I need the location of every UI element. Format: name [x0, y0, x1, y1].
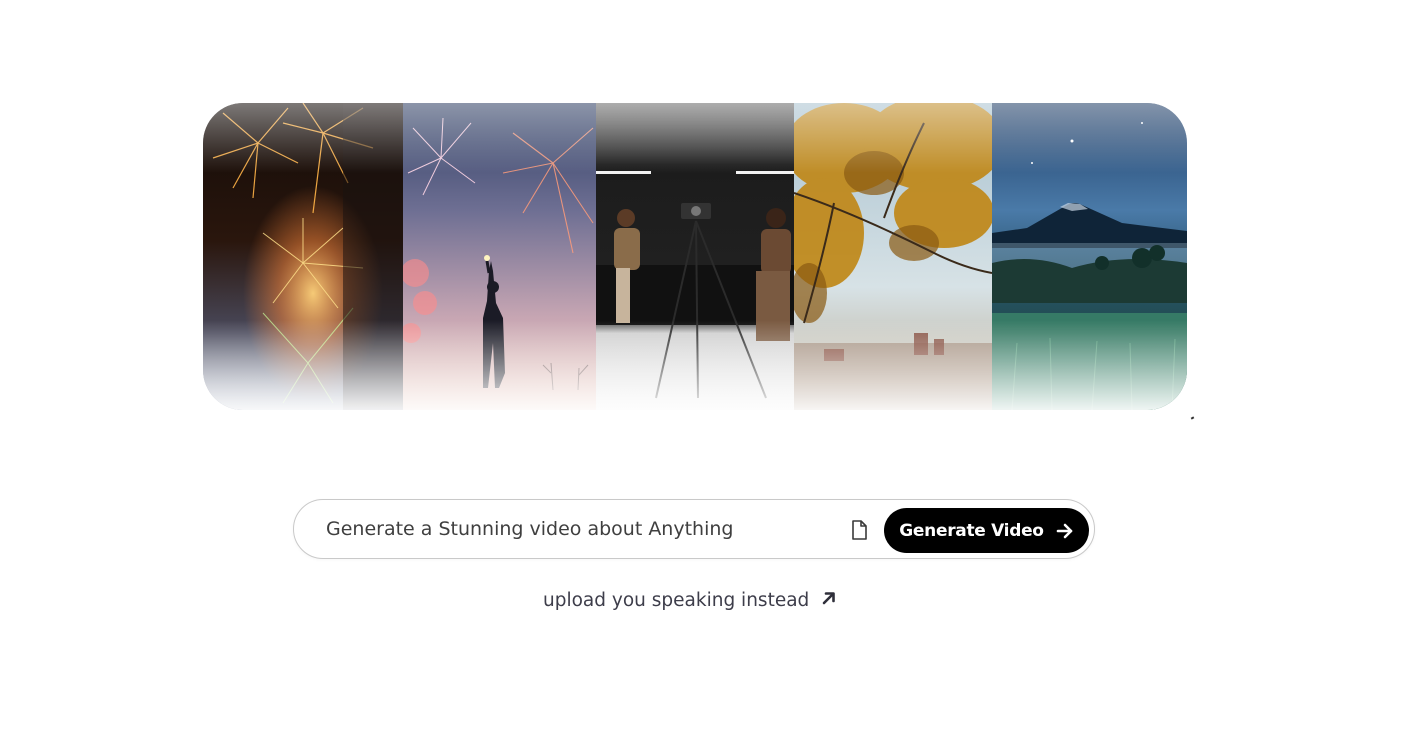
fireworks-image — [203, 103, 403, 410]
autumn-tree-image — [794, 103, 992, 410]
arrow-right-icon — [1056, 523, 1074, 539]
person-fireworks-image — [403, 103, 596, 410]
generate-video-button[interactable]: Generate Video — [884, 508, 1089, 553]
prompt-bar: Generate Video — [293, 499, 1095, 559]
file-icon[interactable] — [847, 517, 871, 543]
prompt-input[interactable] — [326, 514, 826, 544]
video-gallery — [203, 103, 1187, 410]
decorative-mark — [1190, 416, 1195, 420]
upload-speaking-label: upload you speaking instead — [543, 589, 810, 611]
page: Generate Video upload you speaking inste… — [0, 0, 1405, 730]
generate-video-label: Generate Video — [899, 520, 1044, 541]
arrow-up-right-icon — [821, 590, 837, 611]
upload-speaking-link[interactable]: upload you speaking instead — [543, 587, 837, 613]
podcast-studio-image — [596, 103, 794, 410]
mountain-night-image — [992, 103, 1187, 410]
